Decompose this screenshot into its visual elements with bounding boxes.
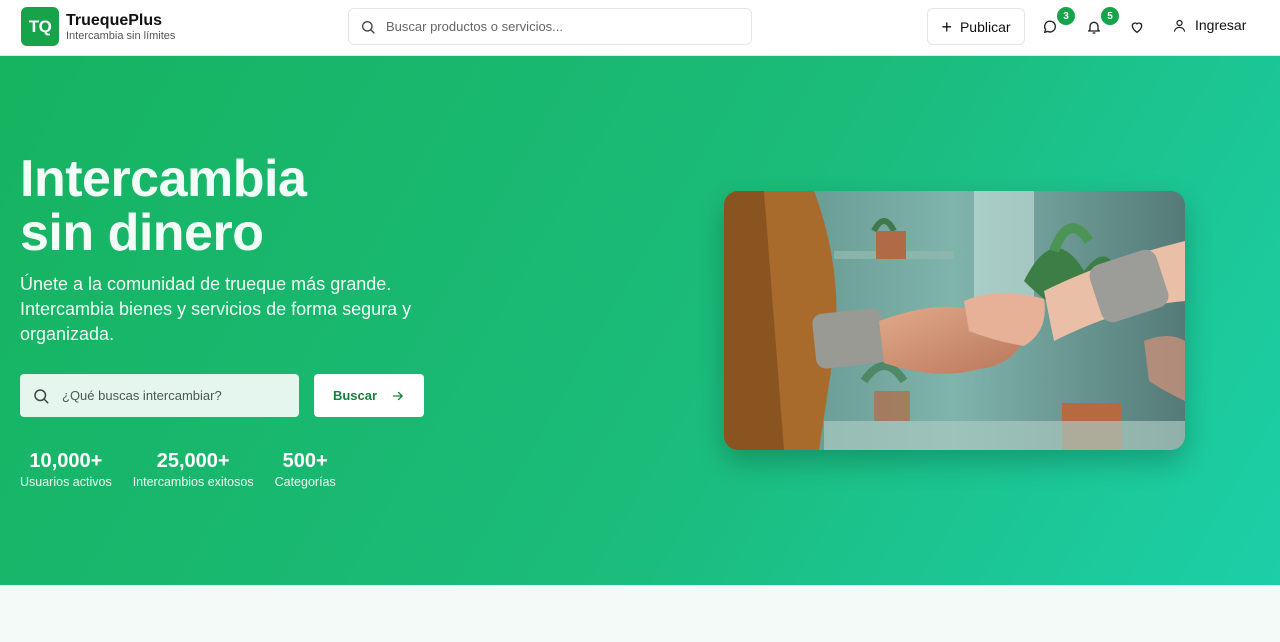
bell-icon — [1088, 21, 1100, 34]
hero-section: Intercambia sin dinero Únete a la comuni… — [0, 56, 1280, 585]
stat-label: Categorías — [274, 475, 336, 489]
hero-title: Intercambia sin dinero — [20, 150, 307, 262]
top-navbar: TQ TruequePlus Intercambia sin límites +… — [0, 0, 1280, 56]
login-label: Ingresar — [1195, 17, 1247, 33]
hero-search-button-label: Buscar — [332, 388, 378, 403]
brand-name: TruequePlus — [66, 11, 163, 29]
header-search-input[interactable] — [386, 19, 726, 34]
stat-value: 25,000+ — [156, 450, 230, 472]
hero-handshake-image — [724, 191, 1185, 450]
logo: TQ — [21, 7, 59, 46]
chat-icon — [1044, 20, 1057, 33]
header-search — [348, 8, 752, 45]
user-icon — [1173, 19, 1186, 32]
notifications-badge: 5 — [1101, 7, 1119, 25]
hero-subtitle: Únete a la comunidad de trueque más gran… — [20, 274, 412, 344]
plus-icon: + — [941, 16, 952, 37]
login-button[interactable]: Ingresar — [1172, 17, 1246, 33]
brand[interactable]: TQ TruequePlus Intercambia sin límites — [21, 7, 175, 46]
hero-title-line1: Intercambia — [20, 150, 307, 208]
favorites-button[interactable] — [1125, 14, 1149, 40]
heart-icon — [1131, 22, 1143, 33]
search-icon — [34, 388, 49, 403]
stat-categories: 500+ Categorías — [275, 448, 336, 490]
publish-label: Publicar — [959, 18, 1011, 35]
stat-users: 10,000+ Usuarios activos — [20, 448, 112, 490]
messages-button[interactable]: 3 — [1038, 7, 1075, 40]
stat-label: Intercambios exitosos — [132, 475, 254, 489]
hero-search — [20, 374, 299, 417]
page-bottom — [0, 585, 1280, 642]
hero-title-line2: sin dinero — [20, 204, 264, 262]
messages-badge: 3 — [1057, 7, 1075, 25]
stat-label: Usuarios activos — [20, 475, 112, 489]
search-icon — [362, 20, 375, 34]
brand-tagline: Intercambia sin límites — [66, 29, 176, 42]
hero-search-input[interactable] — [62, 388, 282, 403]
stat-value: 10,000+ — [29, 450, 103, 472]
notifications-button[interactable]: 5 — [1082, 7, 1119, 40]
hero-search-button[interactable]: Buscar — [314, 374, 424, 417]
hero-stats: 10,000+ Usuarios activos 25,000+ Interca… — [20, 448, 357, 490]
stat-value: 500+ — [282, 450, 328, 472]
arrow-right-icon — [392, 391, 403, 400]
brand-text: TruequePlus Intercambia sin límites — [66, 11, 175, 43]
stat-exchanges: 25,000+ Intercambios exitosos — [133, 448, 254, 490]
publish-button[interactable]: + Publicar — [927, 8, 1025, 45]
